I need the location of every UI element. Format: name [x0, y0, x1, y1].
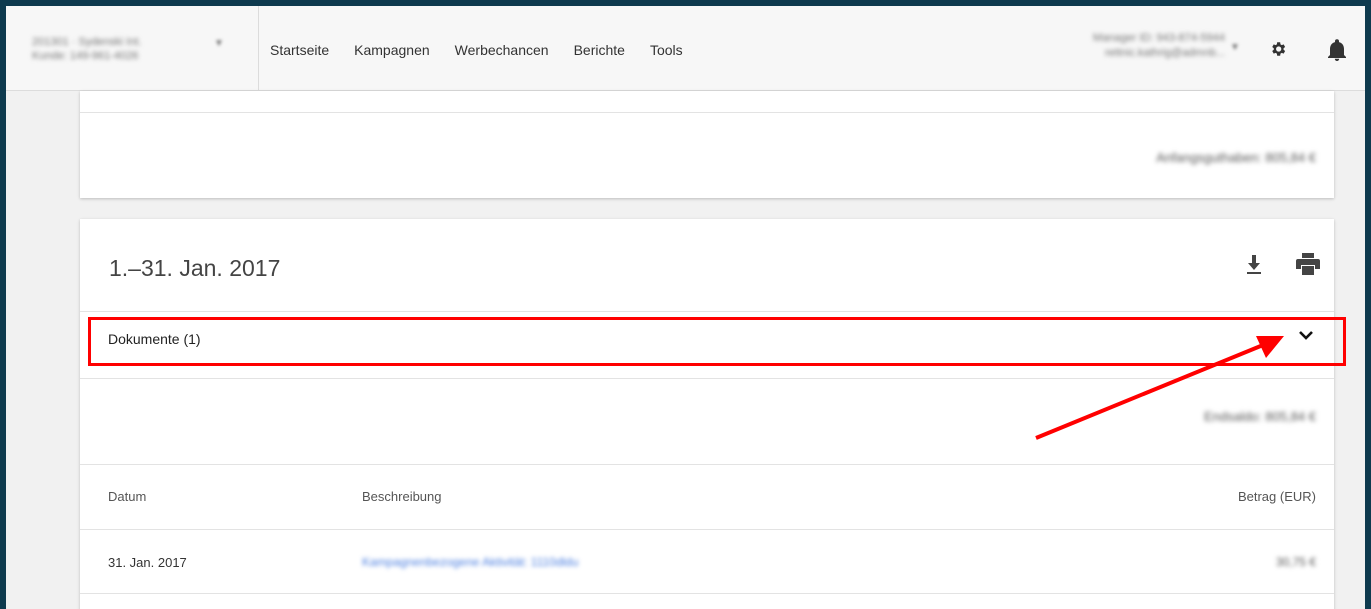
app-window: 201301 · Sydenski Int. Kunde: 149-961-40… [6, 6, 1365, 609]
annotation-arrow-icon [1035, 336, 1284, 440]
